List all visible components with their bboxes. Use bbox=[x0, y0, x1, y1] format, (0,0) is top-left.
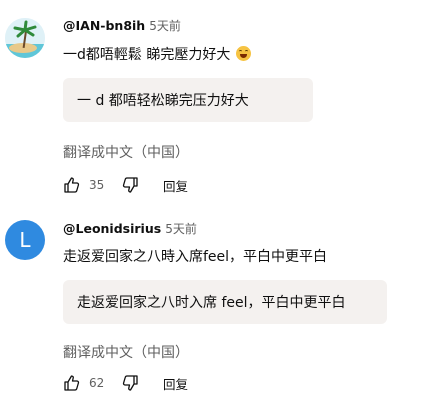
like-count: 62 bbox=[89, 376, 105, 390]
avatar-letter: L bbox=[19, 228, 31, 252]
comment-text: 走返爱回家之八時入席feel，平白中更平白 bbox=[63, 249, 328, 265]
comment-text: 一d都唔輕鬆 睇完壓力好大 bbox=[63, 44, 252, 64]
avatar[interactable]: L bbox=[5, 220, 45, 260]
translation-box: 走返爱回家之八时入席 feel，平白中更平白 bbox=[63, 280, 387, 324]
comment-actions: 35 回复 bbox=[63, 175, 188, 195]
comment-header: @IAN-bn8ih 5天前 bbox=[63, 17, 181, 34]
translate-link[interactable]: 翻译成中文（中国） bbox=[63, 142, 189, 162]
translate-link[interactable]: 翻译成中文（中国） bbox=[63, 342, 189, 362]
author-handle[interactable]: @IAN-bn8ih bbox=[63, 18, 145, 33]
thumbs-up-icon[interactable] bbox=[63, 374, 81, 392]
reply-button[interactable]: 回复 bbox=[163, 374, 188, 393]
timestamp[interactable]: 5天前 bbox=[149, 19, 181, 33]
thumbs-down-icon[interactable] bbox=[121, 176, 139, 194]
like-count: 35 bbox=[89, 178, 105, 192]
timestamp[interactable]: 5天前 bbox=[165, 222, 197, 236]
comment-header: @Leonidsirius 5天前 bbox=[63, 220, 197, 237]
comment-text-content: 一d都唔輕鬆 睇完壓力好大 bbox=[63, 47, 231, 63]
translation-text: 一 d 都唔轻松睇完压力好大 bbox=[77, 93, 249, 109]
translation-box: 一 d 都唔轻松睇完压力好大 bbox=[63, 78, 313, 122]
grinning-sweat-emoji-icon bbox=[236, 46, 252, 61]
thumbs-down-icon[interactable] bbox=[121, 374, 139, 392]
reply-button[interactable]: 回复 bbox=[163, 176, 188, 195]
avatar[interactable] bbox=[5, 18, 45, 58]
translation-text: 走返爱回家之八时入席 feel，平白中更平白 bbox=[77, 295, 346, 311]
author-handle[interactable]: @Leonidsirius bbox=[63, 221, 161, 236]
comment-actions: 62 回复 bbox=[63, 373, 188, 393]
thumbs-up-icon[interactable] bbox=[63, 176, 81, 194]
